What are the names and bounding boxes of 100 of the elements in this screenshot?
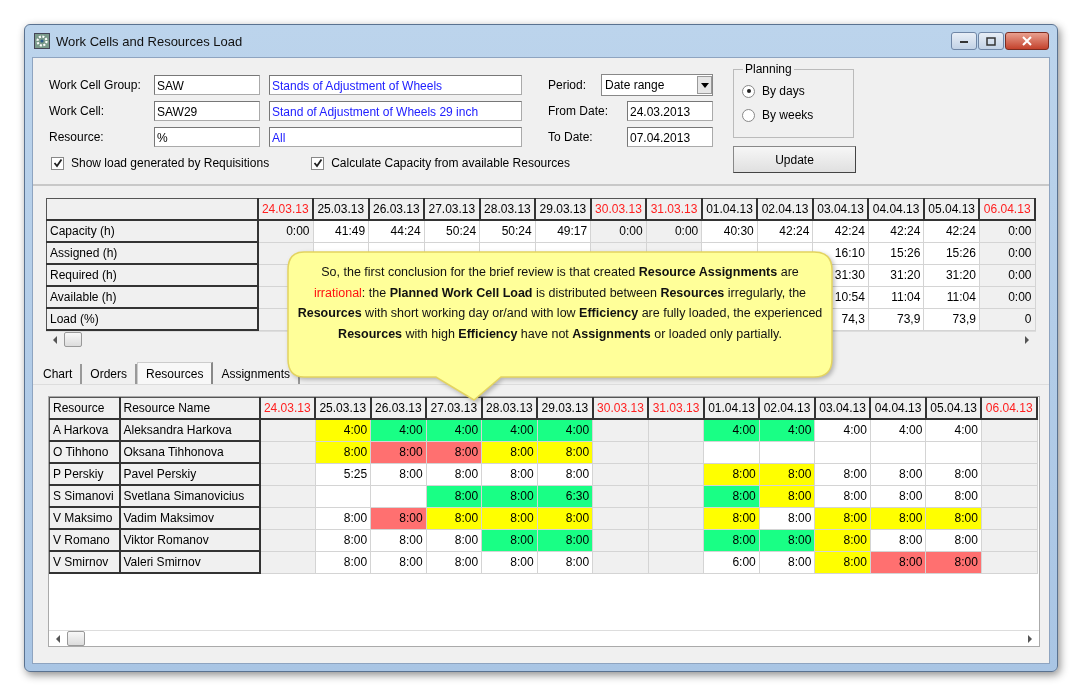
checkbox[interactable] [51,156,64,170]
description-field[interactable]: Stand of Adjustment of Wheels 29 inch [269,101,522,121]
field-label: From Date: [548,104,608,118]
table-cell: 11:04 [891,290,921,304]
table-cell: 0:00 [674,224,699,239]
checkbox-label: Show load generated by Requisitions [71,156,270,170]
group-title: Planning [743,62,794,76]
table-cell: 42:24 [779,224,810,239]
row-header: O Tihhono [49,441,120,463]
radio-label: By days [762,84,805,98]
update-button[interactable]: Update [733,146,856,173]
row-header: V Smirnov [49,551,120,573]
column-header: 24.03.13 [257,198,314,220]
minimize-button[interactable] [951,32,977,50]
scroll-right-icon[interactable] [1024,335,1030,344]
column-header: 27.03.13 [426,397,482,419]
column-header: 25.03.13 [313,198,369,220]
maximize-button[interactable] [978,32,1004,50]
field-label: Work Cell: [49,104,106,118]
scroll-thumb[interactable] [64,332,82,347]
table-cell: 0:00 [1008,246,1032,260]
row-header: S Simanovi [49,485,120,507]
radio-button[interactable] [742,108,755,122]
description-field[interactable]: All [269,127,522,147]
column-header: 06.04.13 [981,397,1037,419]
table-cell: 0:00 [1008,224,1032,239]
radio-button[interactable] [742,84,755,98]
table-cell: 74,3 [841,312,865,326]
table-cell: 11:04 [946,290,976,304]
column-header: 04.04.13 [870,397,926,419]
column-header: 02.04.13 [757,198,813,220]
row-header: V Romano [49,529,120,551]
column-header: 03.04.13 [814,397,871,419]
table-cell: 0:00 [286,224,310,239]
field-label: Resource: [49,130,105,144]
close-button[interactable] [1005,32,1049,50]
description-field[interactable]: Stands of Adjustment of Wheels [269,75,522,95]
dropdown-arrow-icon [700,82,709,88]
checkbox[interactable] [311,156,325,170]
column-header: 29.03.13 [537,397,593,419]
column-header: 05.04.13 [925,397,982,419]
row-header: Aleksandra Harkova [119,419,260,441]
gear-icon [34,33,50,49]
column-header: 25.03.13 [315,397,371,419]
scroll-left-icon[interactable] [55,634,61,643]
table-cell: 31:20 [945,268,976,282]
row-header: Viktor Romanov [119,529,260,551]
column-header: 04.04.13 [868,198,924,220]
table-cell: 16:10 [834,246,865,260]
scroll-thumb[interactable] [67,631,85,646]
column-header: 30.03.13 [592,397,649,419]
field-label: Work Cell Group: [49,78,142,92]
scroll-right-icon[interactable] [1027,634,1033,643]
column-header: 02.04.13 [759,397,815,419]
table-cell: 40:30 [723,224,754,239]
field-label: Period: [548,78,588,92]
table-cell: 10:54 [834,290,865,304]
code-field[interactable]: % [154,127,260,147]
table-cell: 31:30 [834,268,865,282]
table-cell: 44:24 [390,224,421,239]
table-cell: 73,9 [952,312,976,326]
table-cell: 15:26 [945,246,976,260]
row-header: Svetlana Simanovicius [119,485,260,507]
code-field[interactable]: SAW29 [154,101,260,121]
row-header: V Maksimo [49,507,120,529]
column-header: 28.03.13 [481,397,538,419]
scroll-left-icon[interactable] [52,335,58,344]
column-header: 27.03.13 [424,198,480,220]
column-header: 03.04.13 [812,198,869,220]
row-header: Load (%) [46,308,258,330]
window-title: Work Cells and Resources Load [56,33,243,49]
column-header: 31.03.13 [648,397,704,419]
close-icon [1021,36,1033,46]
table-cell: 0:00 [1008,268,1032,282]
table-cell: 49:17 [557,224,588,239]
table-cell: 50:24 [446,224,477,239]
column-header: 05.04.13 [923,198,980,220]
column-header: 01.04.13 [703,397,760,419]
column-header: 31.03.13 [646,198,702,220]
row-header: Capacity (h) [46,220,258,242]
field-label: To Date: [548,130,594,144]
table-cell: 73,9 [897,312,921,326]
period-dropdown[interactable]: Date range [601,74,713,96]
code-field[interactable]: SAW [154,75,260,95]
table-cell: 0:00 [1008,290,1032,304]
minimize-icon [959,38,969,44]
date-field[interactable]: 07.04.2013 [627,127,713,147]
table-cell: 50:24 [501,224,532,239]
column-header: 01.04.13 [701,198,758,220]
row-header: A Harkova [49,419,120,441]
date-field[interactable]: 24.03.2013 [627,101,713,121]
column-header: 28.03.13 [479,198,536,220]
row-header: Valeri Smirnov [119,551,260,573]
table-cell: 42:24 [890,224,921,239]
tab[interactable]: Resources [137,362,214,384]
table-cell: 31:20 [890,268,921,282]
row-header: Required (h) [46,264,258,286]
row-header: Oksana Tihhonova [119,441,260,463]
column-header: 30.03.13 [590,198,647,220]
table-cell: 42:24 [834,224,865,239]
